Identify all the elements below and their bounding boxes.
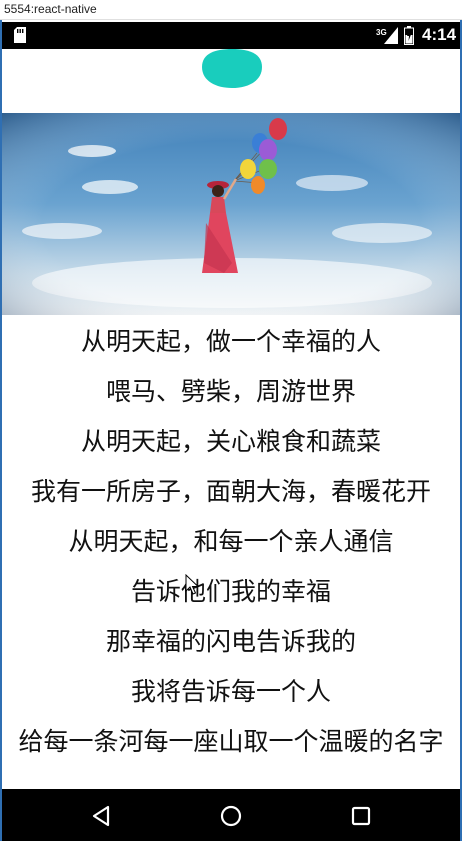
battery-icon — [404, 26, 414, 45]
poem-line: 从明天起，和每一个亲人通信 — [68, 527, 394, 556]
mouse-cursor-icon — [185, 574, 199, 595]
emulator-window: 5554:react-native 3G 4:14 从明天起，做一个幸福的人 喂… — [0, 0, 462, 841]
poem-line: 那幸福的闪电告诉我的 — [105, 627, 356, 656]
back-icon[interactable] — [90, 805, 112, 827]
hero-image-woman-balloons — [2, 113, 460, 315]
teal-circle-shape — [202, 49, 262, 88]
poem-line: 从明天起，关心粮食和蔬菜 — [80, 427, 381, 456]
status-bar: 3G 4:14 — [2, 22, 460, 49]
sd-card-icon — [14, 27, 26, 43]
navigation-bar — [2, 789, 460, 841]
signal-icon: 3G — [376, 27, 398, 44]
poem-line: 从明天起，做一个幸福的人 — [80, 327, 381, 356]
network-type-label: 3G — [376, 28, 387, 37]
poem-line: 告诉他们我的幸福 — [130, 577, 331, 606]
app-content[interactable]: 从明天起，做一个幸福的人 喂马、劈柴，周游世界 从明天起，关心粮食和蔬菜 我有一… — [2, 49, 460, 789]
home-icon[interactable] — [220, 805, 242, 827]
poem-line: 我将告诉每一个人 — [130, 677, 331, 706]
recent-apps-icon[interactable] — [351, 806, 371, 826]
poem-line: 喂马、劈柴，周游世界 — [105, 377, 356, 406]
poem-line: 给每一条河每一座山取一个温暖的名字 — [18, 727, 444, 756]
poem-line: 我有一所房子，面朝大海，春暖花开 — [30, 477, 431, 506]
window-title: 5554:react-native — [0, 0, 462, 20]
poem-text: 从明天起，做一个幸福的人 喂马、劈柴，周游世界 从明天起，关心粮食和蔬菜 我有一… — [2, 317, 460, 756]
status-clock: 4:14 — [422, 25, 457, 44]
